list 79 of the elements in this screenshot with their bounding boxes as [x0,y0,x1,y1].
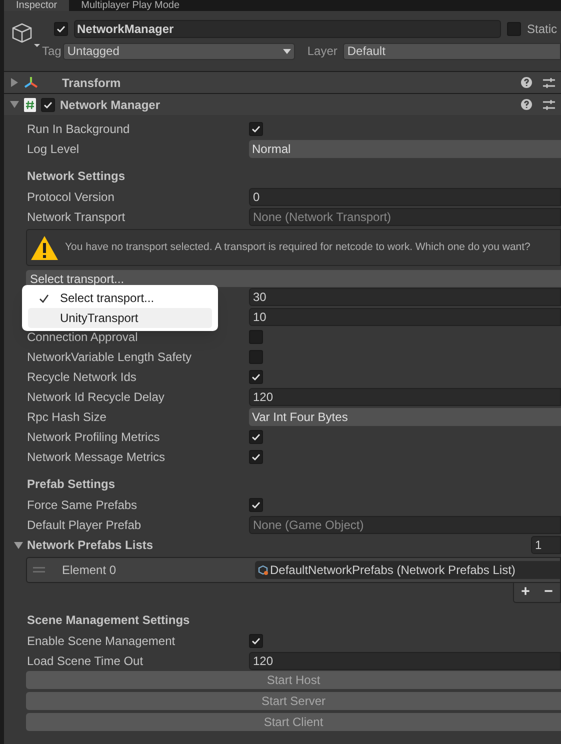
layer-dropdown[interactable]: Default [343,42,561,60]
checkbox[interactable] [249,634,263,648]
input-field[interactable]: 120 [249,652,561,670]
checkmark-icon [251,636,261,646]
field-label: Run In Background [27,122,130,136]
warning-icon [30,234,59,260]
tab[interactable]: Inspector [4,0,70,11]
section-heading: Network Settings [27,168,126,185]
checkmark-icon [251,372,261,382]
checkbox[interactable] [249,330,263,344]
settings-sliders-icon[interactable] [543,76,555,88]
transport-dropdown[interactable]: Select transport... [26,270,561,287]
field-label: Load Scene Time Out [27,654,144,668]
menu-item[interactable]: Select transport... [28,288,212,308]
dropdown-field[interactable]: Var Int Four Bytes [249,408,561,426]
checkmark-icon [56,24,66,34]
field-label: Connection Approval [27,330,138,344]
component-title: Network Manager [60,96,162,114]
checkmark-icon [43,100,53,110]
remove-button[interactable]: − [544,581,553,604]
checkbox[interactable] [249,122,263,136]
expand-arrow-icon[interactable] [10,78,19,87]
layer-label: Layer [307,43,338,60]
field-label: Enable Scene Management [27,634,176,648]
field-label: NetworkVariable Length Safety [27,350,192,364]
tab[interactable]: Multiplayer Play Mode [69,0,192,11]
input-field[interactable]: 120 [249,388,561,406]
asset-icon [258,564,269,576]
caret-icon [283,48,292,54]
checkbox[interactable] [249,430,263,444]
count-field[interactable]: 1 [531,536,561,554]
tag-label: Tag [42,43,62,60]
settings-sliders-icon[interactable] [543,98,555,110]
object-field[interactable]: DefaultNetworkPrefabs (Network Prefabs List) [255,561,560,579]
field-label: Network Transport [27,210,126,224]
field-label: Network Profiling Metrics [27,430,160,444]
field-label: Log Level [27,142,80,156]
checkbox[interactable] [507,22,521,36]
warning-message: You have no transport selected. A transport is required for netcode to work. Which one do you want? [65,240,530,255]
field-label: Network Message Metrics [27,450,166,464]
help-icon[interactable] [521,99,532,110]
input-field[interactable]: 0 [249,188,561,206]
object-field[interactable]: None (Network Transport) [249,208,561,226]
field-label: Network Id Recycle Delay [27,390,164,404]
static-label: Static [527,21,558,38]
dropdown-field[interactable]: Normal [249,140,561,158]
help-icon[interactable] [521,77,532,88]
checkbox[interactable] [54,22,68,36]
checkbox[interactable] [249,450,263,464]
field-label: Rpc Hash Size [27,410,106,424]
object-field[interactable]: None (Game Object) [249,516,561,534]
expand-arrow-icon[interactable] [10,100,19,109]
object-name-field[interactable]: NetworkManager [74,20,501,38]
section-heading: Prefab Settings [27,476,116,493]
input-field[interactable]: 30 [249,288,561,306]
axes-icon [24,76,38,90]
checkbox[interactable] [249,350,263,364]
component-title: Transform [62,74,122,92]
script-icon [24,98,36,112]
add-button[interactable]: + [521,581,530,604]
field-label: Protocol Version [27,190,114,204]
checkmark-icon [251,124,261,134]
component-header[interactable]: Transform [4,71,561,93]
checkmark-icon [251,500,261,510]
checkbox[interactable] [249,498,263,512]
checkbox[interactable] [41,98,55,112]
component-header[interactable]: Network Manager [4,93,561,115]
element-label: Element 0 [62,562,118,579]
tag-dropdown[interactable]: Untagged [63,42,296,60]
input-field[interactable]: 10 [249,308,561,326]
field-label: Default Player Prefab [27,518,142,532]
expand-arrow-icon[interactable] [14,540,23,550]
list-heading: Network Prefabs Lists [27,537,154,554]
section-heading: Scene Management Settings [27,612,190,629]
field-label: Recycle Network Ids [27,370,136,384]
menu-item[interactable]: UnityTransport [28,308,212,328]
field-label: Force Same Prefabs [27,498,138,512]
checkbox[interactable] [249,370,263,384]
drag-handle-icon[interactable] [33,567,45,573]
